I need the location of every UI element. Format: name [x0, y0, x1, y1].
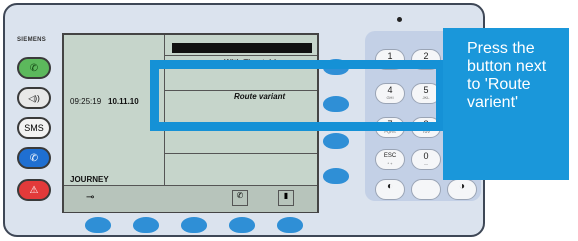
- journey-label: JOURNEY: [70, 175, 109, 184]
- sms-button[interactable]: SMS: [17, 117, 51, 139]
- sms-icon: SMS: [24, 123, 44, 133]
- softkey-bottom-1[interactable]: [85, 217, 111, 233]
- call-button[interactable]: ✆: [17, 147, 51, 169]
- speaker-button[interactable]: ◁)): [17, 87, 51, 109]
- route-variant-highlight: [150, 60, 445, 131]
- softkey-bottom-3[interactable]: [181, 217, 207, 233]
- speaker-icon: ◁)): [28, 93, 40, 103]
- call-icon: ✆: [29, 152, 39, 164]
- contrast-left-key[interactable]: ◐: [375, 179, 405, 200]
- key-esc[interactable]: ESC * +: [375, 149, 405, 170]
- blank-key[interactable]: [411, 179, 441, 200]
- softkey-right-3[interactable]: [323, 133, 349, 149]
- brand-label: SIEMENS: [17, 37, 47, 43]
- softkey-bottom-4[interactable]: [229, 217, 255, 233]
- phone-status-icon: ✆: [232, 190, 248, 206]
- time-value: 09:25:19: [70, 97, 102, 106]
- key-0[interactable]: 0—: [411, 149, 441, 170]
- softkey-bottom-5[interactable]: [277, 217, 303, 233]
- phone-button[interactable]: ✆: [17, 57, 51, 79]
- hazard-icon: ⚠: [29, 184, 39, 196]
- screen-header-bar: [172, 43, 312, 53]
- callout-text: Press the button next to 'Route varient': [467, 40, 547, 111]
- arrow-right-icon: ⊸: [86, 192, 95, 203]
- hazard-button[interactable]: ⚠: [17, 179, 51, 201]
- softkey-bottom-2[interactable]: [133, 217, 159, 233]
- battery-icon: ▮: [278, 190, 294, 206]
- screen-bottom-bar: ⊸ ✆ ▮: [64, 185, 317, 212]
- softkey-right-4[interactable]: [323, 168, 349, 184]
- contrast-right-key[interactable]: ◑: [447, 179, 477, 200]
- status-led: [397, 17, 402, 22]
- instruction-callout: Press the button next to 'Route varient': [443, 28, 569, 180]
- date-value: 10.11.10: [108, 97, 139, 106]
- phone-icon: ✆: [29, 62, 39, 74]
